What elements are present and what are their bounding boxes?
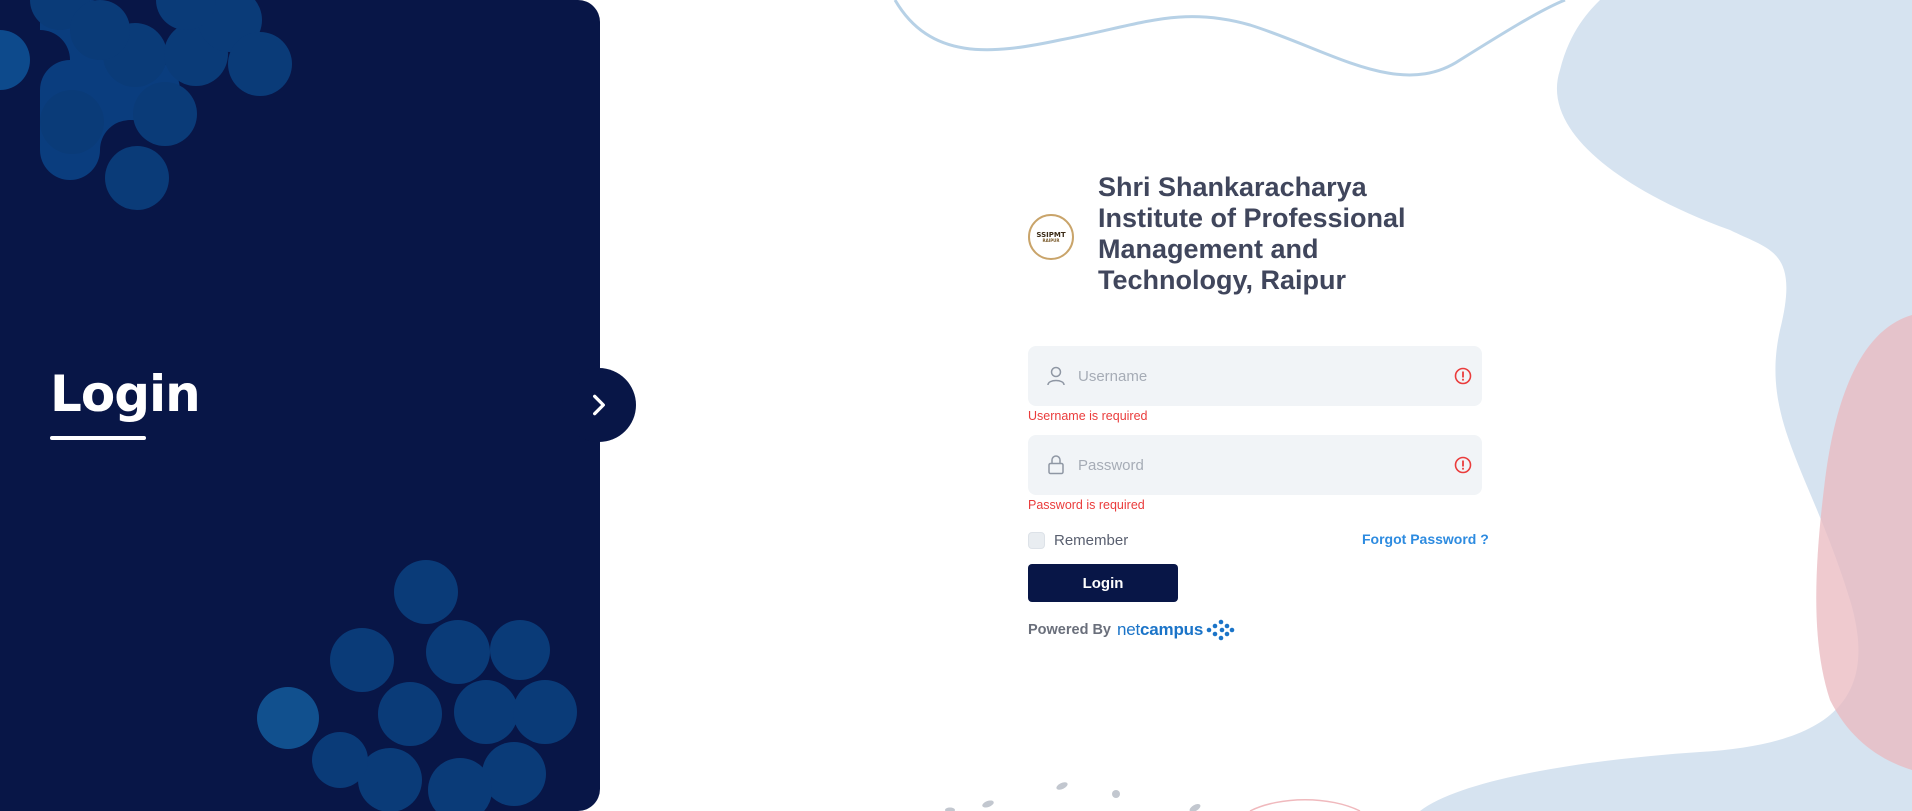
netcampus-logo[interactable]: netcampus <box>1117 620 1203 640</box>
lock-icon <box>1048 455 1064 475</box>
user-icon <box>1047 366 1065 386</box>
username-field[interactable] <box>1028 346 1482 406</box>
powered-by: Powered By netcampus <box>1028 617 1235 643</box>
password-input[interactable] <box>1078 435 1438 495</box>
institution-name: Shri Shankaracharya Institute of Profess… <box>1098 172 1406 295</box>
remember-option[interactable]: Remember <box>1028 532 1128 549</box>
chevron-right-icon <box>593 394 605 416</box>
remember-label: Remember <box>1054 532 1129 549</box>
powered-by-label: Powered By <box>1028 622 1111 638</box>
logo-text: SSIPMT RAIPUR <box>1036 230 1066 243</box>
password-field[interactable] <box>1028 435 1482 495</box>
remember-checkbox[interactable] <box>1028 532 1045 549</box>
login-button[interactable]: Login <box>1028 564 1178 602</box>
title-underline <box>50 436 146 440</box>
chevron-right-button[interactable] <box>562 368 636 442</box>
institution-logo: SSIPMT RAIPUR <box>1028 214 1074 260</box>
panel-title: Login <box>50 365 201 423</box>
netcampus-arrow-icon <box>1206 619 1235 641</box>
error-icon <box>1454 367 1472 385</box>
forgot-password-link[interactable]: Forgot Password ? <box>1362 531 1489 547</box>
left-panel: Login <box>0 0 600 811</box>
username-error: Username is required <box>1028 409 1148 423</box>
password-error: Password is required <box>1028 498 1145 512</box>
username-input[interactable] <box>1078 346 1438 406</box>
error-icon <box>1454 456 1472 474</box>
